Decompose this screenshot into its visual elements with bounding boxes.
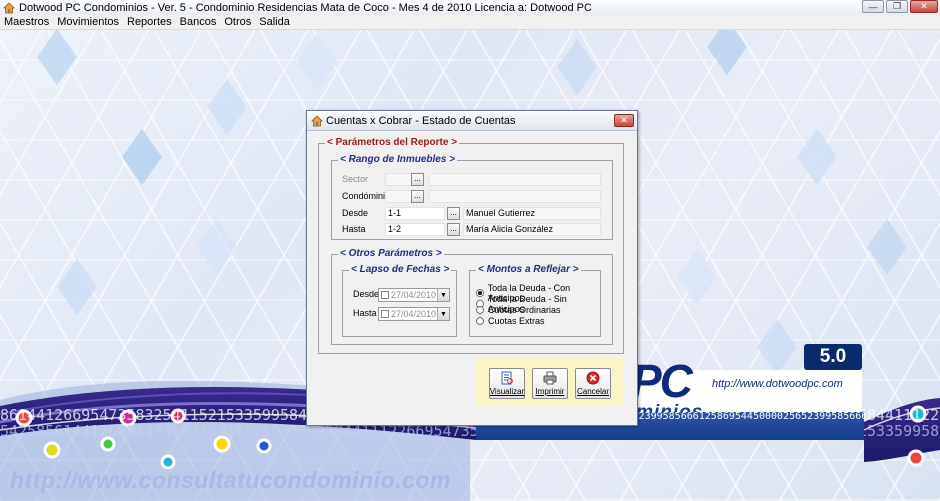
minimize-icon: — xyxy=(868,1,878,12)
lapso-fechas-group: < Lapso de Fechas > Desde 27/04/2010 ▼ H… xyxy=(342,264,457,337)
document-preview-icon xyxy=(501,371,513,385)
cancelar-label: Cancelar xyxy=(576,387,609,396)
lapso-hasta-value: 27/04/2010 xyxy=(391,309,437,319)
lapso-desde-checkbox[interactable] xyxy=(381,291,389,299)
bg-tile xyxy=(867,218,907,276)
monto-option-ordinarias[interactable]: Cuotas Ordinarias xyxy=(476,305,561,315)
hasta-lookup-button[interactable]: ... xyxy=(447,223,460,236)
dialog-title: Cuentas x Cobrar - Estado de Cuentas xyxy=(326,114,516,127)
ellipsis-icon: ... xyxy=(414,191,421,200)
bg-tile xyxy=(207,78,247,136)
hasta-label: Hasta xyxy=(342,224,366,234)
monto-option-label: Cuotas Extras xyxy=(488,316,545,326)
montos-group-label: < Montos a Reflejar > xyxy=(476,264,581,275)
dialog-close-button[interactable]: ✕ xyxy=(614,114,634,127)
logo-pc-text: PC xyxy=(631,355,693,407)
condominio-lookup-button[interactable]: ... xyxy=(411,190,424,203)
ellipsis-icon: ... xyxy=(414,174,421,183)
logo-url: http://www.dotwoodpc.com xyxy=(712,378,843,390)
bg-tile xyxy=(297,33,337,91)
main-title-bar: Dotwood PC Condominios - Ver. 5 - Condom… xyxy=(0,0,940,16)
condominio-label: Condóminio xyxy=(342,191,391,201)
monto-option-label: Cuotas Ordinarias xyxy=(488,305,561,315)
printer-icon xyxy=(543,371,557,385)
menu-salida[interactable]: Salida xyxy=(255,16,294,28)
desde-name-field: Manuel Gutierrez xyxy=(463,207,601,220)
rango-inmuebles-group: < Rango de Inmuebles > Sector ... Condóm… xyxy=(331,154,613,240)
sector-name-field xyxy=(429,173,601,186)
chevron-down-icon[interactable]: ▼ xyxy=(437,308,449,320)
bg-tile xyxy=(707,30,747,76)
bg-tile xyxy=(37,30,77,86)
desde-lookup-button[interactable]: ... xyxy=(447,207,460,220)
sector-lookup-button[interactable]: ... xyxy=(411,173,424,186)
minimize-button[interactable]: — xyxy=(862,0,884,13)
restore-icon: ❐ xyxy=(892,1,902,11)
imprimir-label: Imprimir xyxy=(535,387,565,396)
close-icon: ✕ xyxy=(920,1,928,11)
bg-tile xyxy=(197,218,237,276)
lapso-desde-value: 27/04/2010 xyxy=(391,290,437,300)
lapso-hasta-label: Hasta xyxy=(353,308,377,318)
otros-group-label: < Otros Parámetros > xyxy=(338,248,444,259)
radio-unselected[interactable] xyxy=(476,306,484,314)
background-url: http://www.consultatucondominio.com xyxy=(10,467,451,493)
imprimir-button[interactable]: Imprimir xyxy=(532,368,568,399)
visualizar-button[interactable]: Visualizar xyxy=(489,368,525,399)
otros-parametros-group: < Otros Parámetros > < Lapso de Fechas >… xyxy=(331,248,613,345)
menu-reportes[interactable]: Reportes xyxy=(123,16,176,28)
lapso-group-label: < Lapso de Fechas > xyxy=(349,264,452,275)
main-window-title: Dotwood PC Condominios - Ver. 5 - Condom… xyxy=(19,1,592,14)
lapso-desde-label: Desde xyxy=(353,289,380,299)
cancelar-button[interactable]: Cancelar xyxy=(575,368,611,399)
menu-maestros[interactable]: Maestros xyxy=(0,16,53,28)
visualizar-label: Visualizar xyxy=(489,387,525,396)
parametros-group: < Parámetros del Reporte > < Rango de In… xyxy=(318,137,624,354)
bg-tile xyxy=(557,38,597,96)
radio-unselected[interactable] xyxy=(476,317,484,325)
logo-version-badge: 5.0 xyxy=(804,344,862,370)
restore-button[interactable]: ❐ xyxy=(886,0,908,13)
ellipsis-icon: ... xyxy=(450,208,457,217)
chevron-down-icon[interactable]: ▼ xyxy=(437,289,449,301)
bg-tile xyxy=(122,128,162,186)
desde-label: Desde xyxy=(342,208,369,218)
app-house-icon xyxy=(3,1,15,13)
lapso-hasta-checkbox[interactable] xyxy=(381,310,389,318)
cancel-icon xyxy=(586,371,600,385)
sector-label: Sector xyxy=(342,174,369,184)
action-button-panel: Visualizar Imprimir Cancelar xyxy=(476,357,623,406)
dialog-title-bar: Cuentas x Cobrar - Estado de Cuentas ✕ xyxy=(307,111,637,131)
menu-bancos[interactable]: Bancos xyxy=(176,16,221,28)
bg-tile xyxy=(677,248,717,306)
ellipsis-icon: ... xyxy=(450,224,457,233)
close-icon: ✕ xyxy=(620,115,628,125)
app-house-icon xyxy=(311,114,323,126)
rango-group-label: < Rango de Inmuebles > xyxy=(338,154,458,165)
hasta-name-field: María Alicia González xyxy=(463,223,601,236)
monto-option-extras[interactable]: Cuotas Extras xyxy=(476,316,545,326)
condominio-name-field xyxy=(429,190,601,203)
menu-movimientos[interactable]: Movimientos xyxy=(53,16,123,28)
montos-reflejar-group: < Montos a Reflejar > Toda la Deuda - Co… xyxy=(469,264,601,337)
lapso-hasta-date[interactable]: 27/04/2010 ▼ xyxy=(378,307,450,321)
bg-tile xyxy=(797,128,837,186)
menu-otros[interactable]: Otros xyxy=(220,16,255,28)
hasta-code-field[interactable]: 1-2 xyxy=(385,223,445,236)
bg-tile xyxy=(57,258,97,316)
desde-code-field[interactable]: 1-1 xyxy=(385,207,445,220)
close-button[interactable]: ✕ xyxy=(910,0,938,13)
lapso-desde-date[interactable]: 27/04/2010 ▼ xyxy=(378,288,450,302)
menu-bar: Maestros Movimientos Reportes Bancos Otr… xyxy=(0,15,940,30)
parametros-group-label: < Parámetros del Reporte > xyxy=(325,137,460,148)
